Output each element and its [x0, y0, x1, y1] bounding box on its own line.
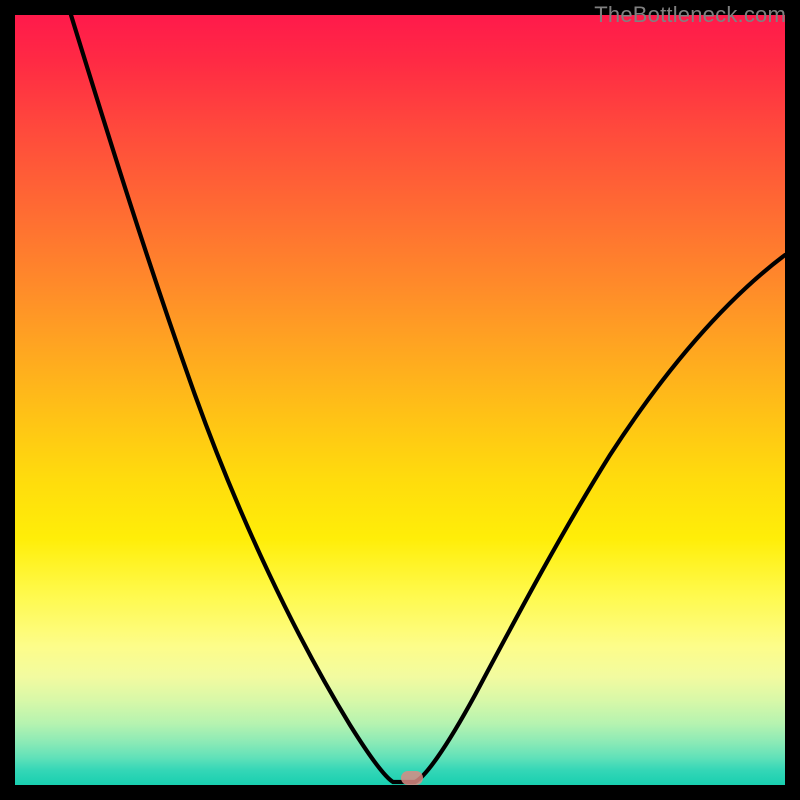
chart-frame: TheBottleneck.com — [0, 0, 800, 800]
bottleneck-curve — [15, 15, 785, 785]
watermark-text: TheBottleneck.com — [594, 2, 786, 28]
optimum-marker — [401, 771, 423, 785]
curve-path — [71, 15, 785, 782]
plot-area — [15, 15, 785, 785]
